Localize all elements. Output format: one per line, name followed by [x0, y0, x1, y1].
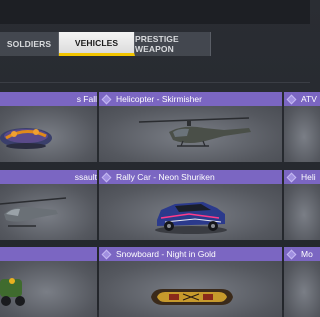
card-header: Helicopter - Skirmisher	[99, 92, 282, 106]
card-preview	[0, 106, 97, 162]
item-card-vehicle[interactable]	[0, 247, 97, 317]
rarity-diamond-icon	[101, 94, 112, 104]
card-header: ATV	[284, 92, 320, 106]
car-icon	[155, 202, 227, 234]
tab-prestige-weapon[interactable]: PRESTIGE WEAPON	[135, 32, 211, 56]
rarity-diamond-icon	[286, 94, 297, 104]
vehicle-icon	[0, 278, 25, 306]
item-card-atv[interactable]: ATV	[284, 92, 320, 162]
item-card-helicopter-skirmisher[interactable]: Helicopter - Skirmisher	[99, 92, 282, 162]
card-header: Mo	[284, 247, 320, 261]
card-preview	[284, 261, 320, 317]
snowboard-icon	[151, 289, 233, 305]
card-preview	[99, 261, 282, 317]
card-title: Mo	[301, 249, 313, 259]
card-preview	[0, 184, 97, 240]
item-card-vehicle-partial[interactable]: Mo	[284, 247, 320, 317]
top-bar	[0, 0, 310, 24]
card-header: ssault	[0, 170, 97, 184]
item-card-boat[interactable]: s Fall	[0, 92, 97, 162]
tab-vehicles[interactable]: VEHICLES	[59, 32, 135, 56]
item-card-rally-car-neon-shuriken[interactable]: Rally Car - Neon Shuriken	[99, 170, 282, 240]
section-divider	[0, 82, 310, 83]
card-preview	[284, 106, 320, 162]
card-title: ATV	[301, 94, 317, 104]
item-card-helicopter-assault[interactable]: ssault	[0, 170, 97, 240]
card-header: s Fall	[0, 92, 97, 106]
item-card-snowboard-night-in-gold[interactable]: Snowboard - Night in Gold	[99, 247, 282, 317]
rarity-diamond-icon	[286, 172, 297, 182]
card-header	[0, 247, 97, 261]
card-header: Rally Car - Neon Shuriken	[99, 170, 282, 184]
card-title: ssault	[74, 172, 97, 182]
rarity-diamond-icon	[286, 249, 297, 259]
rarity-diamond-icon	[101, 172, 112, 182]
card-header: Heli	[284, 170, 320, 184]
item-card-helicopter[interactable]: Heli	[284, 170, 320, 240]
rarity-diamond-icon	[101, 249, 112, 259]
card-title: Heli	[301, 172, 316, 182]
tab-bar: SOLDIERS VEHICLES PRESTIGE WEAPON	[0, 32, 212, 56]
helicopter-icon	[138, 117, 251, 147]
card-preview	[99, 106, 282, 162]
card-header: Snowboard - Night in Gold	[99, 247, 282, 261]
card-title: Snowboard - Night in Gold	[116, 249, 216, 259]
helicopter-icon	[0, 197, 67, 227]
tab-soldiers[interactable]: SOLDIERS	[0, 32, 59, 56]
card-title: Rally Car - Neon Shuriken	[116, 172, 215, 182]
card-title: s Fall	[76, 94, 97, 104]
card-title: Helicopter - Skirmisher	[116, 94, 202, 104]
card-preview	[99, 184, 282, 240]
boat-icon	[0, 128, 52, 149]
card-preview	[0, 261, 97, 317]
card-preview	[284, 184, 320, 240]
